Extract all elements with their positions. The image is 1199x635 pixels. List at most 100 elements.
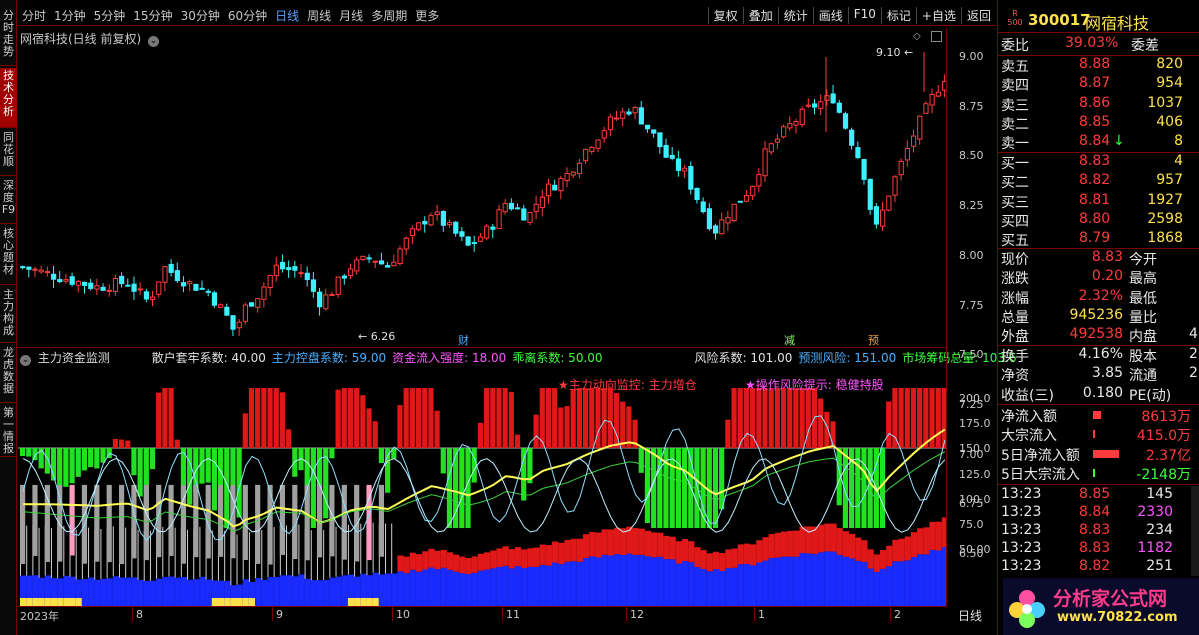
- toolbar-button-2[interactable]: 统计: [777, 7, 813, 24]
- sidebar-tab-0[interactable]: 分时走势: [0, 8, 17, 66]
- candle-body[interactable]: [830, 93, 836, 104]
- candle-body[interactable]: [459, 231, 465, 237]
- candle-body[interactable]: [397, 248, 403, 264]
- candle-body[interactable]: [781, 126, 787, 138]
- candle-body[interactable]: [539, 196, 545, 208]
- period-tab-3[interactable]: 15分钟: [129, 7, 176, 24]
- tick-row[interactable]: 13:23 8.83 234: [1001, 522, 1197, 541]
- candle-body[interactable]: [310, 279, 317, 292]
- candle-body[interactable]: [434, 211, 440, 216]
- candle-body[interactable]: [558, 177, 564, 192]
- candle-body[interactable]: [323, 294, 329, 310]
- candle-body[interactable]: [335, 276, 341, 295]
- candle-body[interactable]: [774, 138, 781, 143]
- tick-row[interactable]: 13:23 8.85 145: [1001, 486, 1197, 505]
- period-tab-7[interactable]: 周线: [303, 7, 335, 24]
- candle-body[interactable]: [428, 214, 434, 226]
- sidebar-tab-4[interactable]: 核心题材: [0, 226, 17, 285]
- candle-body[interactable]: [787, 123, 793, 129]
- candle-body[interactable]: [638, 107, 644, 125]
- candle-body[interactable]: [471, 242, 477, 245]
- candle-body[interactable]: [94, 285, 100, 290]
- candle-body[interactable]: [267, 275, 273, 288]
- candle-body[interactable]: [904, 147, 910, 161]
- candle-body[interactable]: [224, 306, 230, 316]
- candle-body[interactable]: [38, 269, 44, 273]
- candle-body[interactable]: [187, 281, 193, 285]
- sidebar-tab-5[interactable]: 主力构成: [0, 287, 17, 343]
- candle-body[interactable]: [849, 129, 855, 146]
- candle-body[interactable]: [378, 260, 385, 265]
- candle-body[interactable]: [391, 261, 397, 267]
- candle-body[interactable]: [818, 101, 824, 109]
- candle-body[interactable]: [682, 167, 688, 172]
- candle-body[interactable]: [174, 270, 180, 282]
- candle-body[interactable]: [100, 286, 106, 291]
- candle-body[interactable]: [261, 286, 267, 300]
- candle-body[interactable]: [626, 111, 632, 115]
- candle-body[interactable]: [360, 255, 366, 260]
- candle-body[interactable]: [688, 166, 694, 190]
- candle-body[interactable]: [570, 171, 576, 176]
- candle-body[interactable]: [867, 178, 873, 210]
- candle-body[interactable]: [836, 102, 842, 113]
- event-marker[interactable]: 预: [868, 334, 879, 347]
- candle-body[interactable]: [620, 111, 626, 119]
- candle-body[interactable]: [706, 208, 713, 230]
- candle-body[interactable]: [125, 284, 131, 287]
- candle-body[interactable]: [657, 132, 663, 148]
- toolbar-button-0[interactable]: 复权: [707, 7, 743, 24]
- period-tab-0[interactable]: 分时: [18, 7, 50, 24]
- candle-body[interactable]: [205, 290, 211, 293]
- period-tab-5[interactable]: 60分钟: [224, 7, 271, 24]
- candle-body[interactable]: [403, 237, 409, 250]
- candle-body[interactable]: [63, 279, 69, 282]
- candle-body[interactable]: [545, 183, 552, 197]
- candle-body[interactable]: [230, 315, 236, 330]
- tick-row[interactable]: 13:23 8.82 251: [1001, 558, 1197, 577]
- toolbar-button-1[interactable]: 叠加: [742, 7, 778, 24]
- toolbar-button-4[interactable]: F10: [847, 7, 881, 24]
- candle-body[interactable]: [341, 275, 347, 279]
- candle-body[interactable]: [446, 222, 453, 226]
- expand-icon[interactable]: [931, 31, 942, 42]
- candle-body[interactable]: [242, 304, 249, 322]
- candle-body[interactable]: [880, 209, 886, 227]
- sidebar-tab-6[interactable]: 龙虎数据: [0, 345, 17, 403]
- candle-body[interactable]: [162, 266, 168, 283]
- candle-body[interactable]: [533, 203, 539, 213]
- candle-body[interactable]: [892, 176, 898, 196]
- candle-body[interactable]: [768, 143, 774, 153]
- candle-body[interactable]: [515, 207, 521, 210]
- candle-body[interactable]: [20, 266, 26, 269]
- candle-body[interactable]: [75, 280, 81, 286]
- candle-body[interactable]: [484, 225, 490, 239]
- candle-body[interactable]: [112, 277, 119, 292]
- candle-body[interactable]: [725, 217, 731, 224]
- sidebar-tab-2[interactable]: 同花顺: [0, 130, 17, 176]
- candle-body[interactable]: [595, 139, 601, 149]
- scrollbar[interactable]: [1191, 486, 1199, 576]
- candle-body[interactable]: [26, 266, 32, 270]
- candle-body[interactable]: [564, 173, 570, 182]
- candle-body[interactable]: [57, 279, 63, 283]
- candle-body[interactable]: [614, 117, 620, 120]
- candle-body[interactable]: [713, 225, 719, 234]
- toolbar-button-6[interactable]: +自选: [915, 7, 961, 24]
- kline-chart[interactable]: 9.10 ← ← 6.26 财 减 预: [18, 28, 946, 348]
- candle-body[interactable]: [651, 129, 657, 134]
- candle-body[interactable]: [923, 103, 929, 114]
- period-tab-10[interactable]: 更多: [411, 7, 443, 24]
- candle-body[interactable]: [273, 264, 279, 277]
- candle-body[interactable]: [477, 236, 484, 242]
- candle-body[interactable]: [917, 115, 923, 140]
- candle-body[interactable]: [811, 103, 818, 108]
- candle-body[interactable]: [496, 209, 502, 230]
- candle-body[interactable]: [929, 93, 935, 106]
- period-tab-6[interactable]: 日线: [271, 7, 303, 24]
- candle-body[interactable]: [32, 268, 38, 271]
- candle-body[interactable]: [694, 187, 700, 201]
- candle-body[interactable]: [440, 211, 446, 226]
- candle-body[interactable]: [81, 281, 88, 286]
- candle-body[interactable]: [143, 291, 150, 300]
